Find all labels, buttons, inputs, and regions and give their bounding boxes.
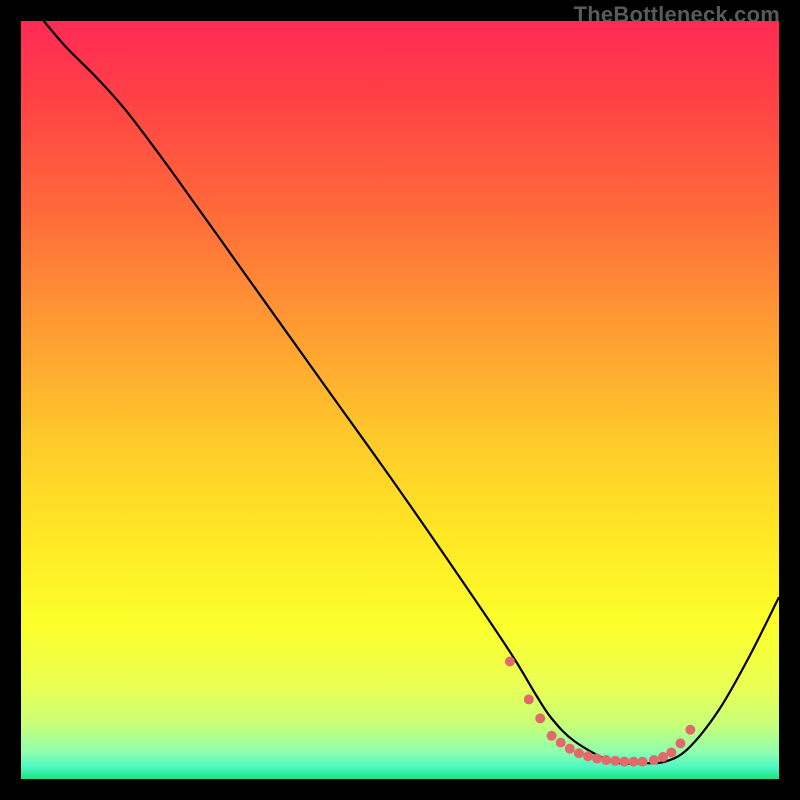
chart-frame: TheBottleneck.com — [0, 0, 800, 800]
highlight-dot — [524, 694, 534, 704]
highlight-dot — [638, 757, 648, 767]
highlight-dot — [649, 755, 659, 765]
highlight-dot — [592, 754, 602, 764]
highlight-dot — [565, 744, 575, 754]
highlight-dot — [675, 738, 685, 748]
highlight-dot — [583, 751, 593, 761]
plot-area — [21, 21, 779, 779]
chart-svg — [21, 21, 779, 779]
highlight-dot — [685, 725, 695, 735]
highlight-dot — [505, 657, 515, 667]
highlight-dot — [610, 756, 620, 766]
highlight-dot — [574, 748, 584, 758]
highlight-dot — [619, 757, 629, 767]
highlight-dot — [628, 757, 638, 767]
highlight-dot — [601, 755, 611, 765]
highlight-dot — [535, 713, 545, 723]
highlight-dot — [666, 747, 676, 757]
highlight-dot — [547, 731, 557, 741]
highlight-dot — [556, 738, 566, 748]
gradient-background — [21, 21, 779, 779]
